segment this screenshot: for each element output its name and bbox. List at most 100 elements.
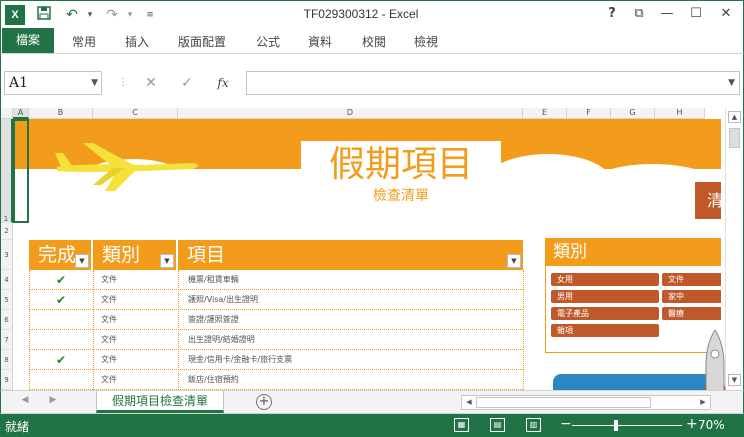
horizontal-scroll-thumb[interactable] <box>476 397 651 408</box>
banner-title-box: 假期項目 檢查清單 <box>301 141 501 213</box>
row-header-3[interactable]: 3 <box>1 240 13 270</box>
category-button[interactable]: 雜項 <box>551 324 659 337</box>
insert-function-icon[interactable]: fx <box>213 74 233 92</box>
table-row[interactable]: 文件 飯店/住宿預約 <box>29 370 523 390</box>
scroll-right-icon[interactable]: ▶ <box>697 397 709 408</box>
zoom-slider-thumb[interactable] <box>614 420 618 431</box>
title-bar: X ↶ ▾ ↷ ▾ ≡ TF029300312 - Excel ? ⧉ — ☐ … <box>0 0 744 28</box>
table-row[interactable]: ✔ 文件 現金/信用卡/金融卡/旅行支票 <box>29 350 523 370</box>
tab-data[interactable]: 資料 <box>308 33 332 50</box>
active-cell-outline <box>13 119 29 223</box>
close-button[interactable]: ✕ <box>715 4 737 24</box>
page-break-view-icon[interactable]: ▥ <box>526 418 541 432</box>
done-check-icon: ✔ <box>55 353 67 367</box>
table-row[interactable]: 文件 出生證明/結婚證明 <box>29 330 523 350</box>
category-button[interactable]: 男用 <box>551 290 659 303</box>
row-header-8[interactable]: 8 <box>1 350 13 370</box>
redo-dropdown-icon[interactable]: ▾ <box>121 6 139 24</box>
zoom-level[interactable]: 70% <box>698 418 725 432</box>
row-header-7[interactable]: 7 <box>1 330 13 350</box>
row-item: 機票/租賃車輛 <box>188 275 239 284</box>
row-header-5[interactable]: 5 <box>1 290 13 310</box>
vertical-scroll-thumb[interactable] <box>729 128 740 148</box>
category-button[interactable]: 文件 <box>662 273 721 286</box>
page-layout-view-icon[interactable]: ▤ <box>490 418 505 432</box>
tab-view[interactable]: 檢視 <box>414 33 438 50</box>
column-header-c[interactable]: C <box>93 108 178 119</box>
tab-formulas[interactable]: 公式 <box>256 33 280 50</box>
sheet-tab-active[interactable]: 假期項目檢查清單 <box>96 391 224 413</box>
enter-icon[interactable]: ✓ <box>177 74 197 92</box>
column-header-g[interactable]: G <box>611 108 655 119</box>
header-done: 完成 ▼ <box>29 240 93 270</box>
row-header-9[interactable]: 9 <box>1 370 13 390</box>
cancel-icon[interactable]: ✕ <box>141 74 161 92</box>
row-category: 文件 <box>101 375 117 384</box>
tab-review[interactable]: 校閱 <box>362 33 386 50</box>
table-row[interactable]: 文件 簽證/護照簽證 <box>29 310 523 330</box>
row-header-1[interactable]: 1 <box>1 119 13 223</box>
name-box[interactable]: A1 ▼ <box>4 71 102 95</box>
expand-formula-icon[interactable]: ▼ <box>728 78 735 88</box>
customize-qat-icon[interactable]: ≡ <box>141 6 159 24</box>
table-row[interactable]: ✔ 文件 機票/租賃車輛 <box>29 270 523 290</box>
redo-icon[interactable]: ↷ <box>103 6 121 24</box>
normal-view-icon[interactable]: ▦ <box>454 418 469 432</box>
banner-side-tab: 清 <box>695 182 721 219</box>
undo-dropdown-icon[interactable]: ▾ <box>81 6 99 24</box>
maximize-button[interactable]: ☐ <box>685 4 707 24</box>
zoom-slider-track[interactable] <box>572 425 682 426</box>
ribbon-display-button[interactable]: ⧉ <box>628 4 650 24</box>
category-button[interactable]: 女用 <box>551 273 659 286</box>
excel-logo-icon: X <box>5 5 25 25</box>
name-box-value: A1 <box>9 75 29 91</box>
category-button[interactable]: 電子產品 <box>551 307 659 320</box>
row-header-2[interactable]: 2 <box>1 223 13 240</box>
done-check-icon: ✔ <box>55 293 67 307</box>
tab-home[interactable]: 常用 <box>72 33 96 50</box>
scroll-down-icon[interactable]: ▼ <box>728 374 741 386</box>
zoom-out-button[interactable]: − <box>560 416 572 432</box>
tab-page-layout[interactable]: 版面配置 <box>178 33 226 50</box>
category-button[interactable]: 醫療 <box>662 307 721 320</box>
next-sheet-icon[interactable]: ▶ <box>47 395 59 405</box>
select-all-corner[interactable] <box>1 108 13 119</box>
column-header-e[interactable]: E <box>523 108 567 119</box>
category-button[interactable]: 家中 <box>662 290 721 303</box>
minimize-button[interactable]: — <box>656 4 678 24</box>
filter-dropdown-icon[interactable]: ▼ <box>75 254 89 268</box>
tab-insert[interactable]: 插入 <box>125 33 149 50</box>
filter-dropdown-icon[interactable]: ▼ <box>160 254 174 268</box>
zoom-in-button[interactable]: + <box>686 416 698 432</box>
formula-input[interactable]: ▼ <box>246 71 740 95</box>
scroll-up-icon[interactable]: ▲ <box>728 111 741 123</box>
column-header-a[interactable]: A <box>13 108 29 119</box>
sheet-canvas[interactable]: 假期項目 檢查清單 清 完成 ▼ 類別 ▼ 項目 ▼ ✔ 文件 機票/租賃車輛 … <box>13 119 721 390</box>
row-category: 文件 <box>101 355 117 364</box>
row-header-4[interactable]: 4 <box>1 270 13 290</box>
decorative-strip <box>553 374 721 390</box>
undo-icon[interactable]: ↶ <box>63 6 81 24</box>
column-header-f[interactable]: F <box>567 108 611 119</box>
column-header-h[interactable]: H <box>655 108 705 119</box>
add-sheet-button[interactable]: + <box>256 394 272 410</box>
column-header-d[interactable]: D <box>178 108 523 119</box>
help-button[interactable]: ? <box>601 4 623 24</box>
row-item: 現金/信用卡/金融卡/旅行支票 <box>188 355 293 364</box>
category-panel-title: 類別 <box>546 239 721 266</box>
header-done-label: 完成 <box>38 244 77 266</box>
column-header-b[interactable]: B <box>29 108 93 119</box>
tab-file[interactable]: 檔案 <box>2 28 54 53</box>
row-item: 出生證明/結婚證明 <box>188 335 255 344</box>
save-icon[interactable] <box>35 6 53 24</box>
column-divider <box>29 270 30 390</box>
table-row[interactable]: ✔ 文件 護照/Visa/出生證明 <box>29 290 523 310</box>
horizontal-scrollbar[interactable]: ◀ ▶ <box>461 395 711 410</box>
filter-dropdown-icon[interactable]: ▼ <box>507 254 521 268</box>
row-item: 飯店/住宿預約 <box>188 375 239 384</box>
status-ready: 就緒 <box>5 420 30 434</box>
scroll-left-icon[interactable]: ◀ <box>463 397 475 408</box>
row-header-6[interactable]: 6 <box>1 310 13 330</box>
chevron-down-icon[interactable]: ▼ <box>91 72 98 94</box>
prev-sheet-icon[interactable]: ◀ <box>19 395 31 405</box>
